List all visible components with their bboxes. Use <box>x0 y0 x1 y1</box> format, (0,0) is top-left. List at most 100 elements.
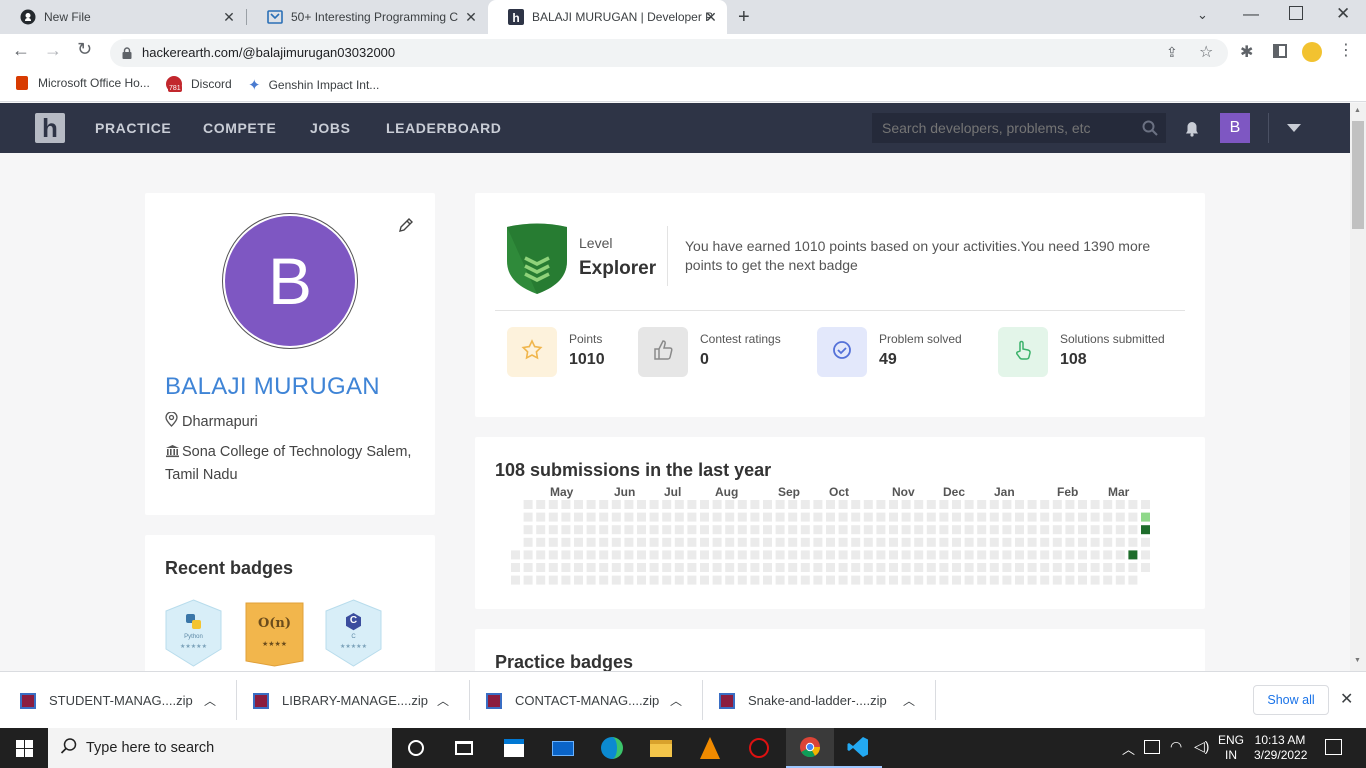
heatmap-cell[interactable] <box>599 537 609 547</box>
heatmap-cell[interactable] <box>788 575 798 585</box>
new-tab-button[interactable]: + <box>738 6 750 29</box>
edge-browser-icon[interactable] <box>588 728 636 768</box>
heatmap-cell[interactable] <box>851 550 861 560</box>
heatmap-cell[interactable] <box>826 500 835 509</box>
heatmap-cell[interactable] <box>989 500 999 509</box>
heatmap-cell[interactable] <box>737 563 747 572</box>
heatmap-cell[interactable] <box>700 563 709 572</box>
heatmap-cell[interactable] <box>548 537 558 547</box>
notification-bell-icon[interactable] <box>1185 121 1199 142</box>
heatmap-cell[interactable] <box>1103 512 1113 522</box>
heatmap-cell[interactable] <box>737 525 747 535</box>
heatmap-cell[interactable] <box>700 550 709 560</box>
heatmap-cell[interactable] <box>536 525 546 535</box>
heatmap-cell[interactable] <box>523 550 533 560</box>
heatmap-cell[interactable] <box>624 550 634 560</box>
heatmap-cell[interactable] <box>700 537 709 547</box>
heatmap-cell[interactable] <box>586 550 596 560</box>
heatmap-cell[interactable] <box>989 537 999 547</box>
heatmap-cell[interactable] <box>800 550 810 560</box>
heatmap-cell[interactable] <box>914 512 924 522</box>
heatmap-cell[interactable] <box>548 563 558 572</box>
heatmap-cell[interactable] <box>1002 537 1012 547</box>
heatmap-cell[interactable] <box>599 525 609 535</box>
heatmap-cell[interactable] <box>599 563 609 572</box>
close-tab-icon[interactable]: ✕ <box>703 9 719 26</box>
heatmap-cell[interactable] <box>1027 563 1037 572</box>
heatmap-cell[interactable] <box>813 550 823 560</box>
heatmap-cell[interactable] <box>775 525 785 535</box>
heatmap-cell[interactable] <box>750 537 760 547</box>
heatmap-cell[interactable] <box>1002 563 1012 572</box>
heatmap-cell[interactable] <box>574 575 583 585</box>
heatmap-cell[interactable] <box>1002 575 1012 585</box>
heatmap-cell[interactable] <box>788 525 798 535</box>
heatmap-cell[interactable] <box>826 550 835 560</box>
heatmap-cell[interactable] <box>1090 537 1100 547</box>
heatmap-cell[interactable] <box>926 550 936 560</box>
heatmap-cell[interactable] <box>952 525 961 535</box>
heatmap-cell[interactable] <box>548 550 558 560</box>
heatmap-cell[interactable] <box>725 525 735 535</box>
heatmap-cell[interactable] <box>725 550 735 560</box>
page-scrollbar[interactable]: ▲ ▼ <box>1350 103 1366 671</box>
heatmap-cell[interactable] <box>901 550 911 560</box>
heatmap-cell[interactable] <box>1065 512 1075 522</box>
download-chevron-icon[interactable]: ︿ <box>437 692 449 709</box>
heatmap-cell[interactable] <box>889 575 898 585</box>
heatmap-cell[interactable] <box>1052 500 1062 509</box>
heatmap-cell[interactable] <box>788 500 798 509</box>
heatmap-cell[interactable] <box>1090 525 1100 535</box>
heatmap-cell[interactable] <box>662 537 672 547</box>
heatmap-cell[interactable] <box>800 500 810 509</box>
heatmap-cell[interactable] <box>851 525 861 535</box>
heatmap-cell[interactable] <box>674 563 684 572</box>
heatmap-cell[interactable] <box>1052 525 1062 535</box>
side-panel-icon[interactable] <box>1273 44 1287 58</box>
heatmap-cell[interactable] <box>561 537 571 547</box>
reload-icon[interactable]: ↻ <box>77 39 92 60</box>
heatmap-cell[interactable] <box>536 563 546 572</box>
heatmap-cell[interactable] <box>889 563 898 572</box>
download-chevron-icon[interactable]: ︿ <box>903 692 915 709</box>
heatmap-cell[interactable] <box>876 512 886 522</box>
heatmap-cell[interactable] <box>624 525 634 535</box>
heatmap-cell[interactable] <box>826 525 835 535</box>
heatmap-cell[interactable] <box>763 550 772 560</box>
heatmap-cell[interactable] <box>1128 550 1138 560</box>
heatmap-cell[interactable] <box>813 575 823 585</box>
heatmap-cell[interactable] <box>901 500 911 509</box>
heatmap-cell[interactable] <box>939 512 949 522</box>
heatmap-cell[interactable] <box>914 525 924 535</box>
heatmap-cell[interactable] <box>1103 563 1113 572</box>
heatmap-cell[interactable] <box>977 550 987 560</box>
heatmap-cell[interactable] <box>964 563 974 572</box>
download-chevron-icon[interactable]: ︿ <box>670 692 682 709</box>
heatmap-cell[interactable] <box>1015 550 1024 560</box>
heatmap-cell[interactable] <box>775 512 785 522</box>
heatmap-cell[interactable] <box>687 500 697 509</box>
heatmap-cell[interactable] <box>637 563 646 572</box>
heatmap-cell[interactable] <box>674 500 684 509</box>
heatmap-cell[interactable] <box>876 500 886 509</box>
heatmap-cell[interactable] <box>964 525 974 535</box>
heatmap-cell[interactable] <box>1040 575 1050 585</box>
heatmap-cell[interactable] <box>813 537 823 547</box>
restore-button[interactable] <box>1289 6 1303 20</box>
share-icon[interactable]: ⇪ <box>1166 44 1178 61</box>
heatmap-cell[interactable] <box>737 550 747 560</box>
heatmap-cell[interactable] <box>712 563 722 572</box>
heatmap-cell[interactable] <box>1065 575 1075 585</box>
heatmap-cell[interactable] <box>914 563 924 572</box>
heatmap-cell[interactable] <box>1090 550 1100 560</box>
bookmark-discord[interactable]: 781 Discord <box>166 76 232 92</box>
heatmap-cell[interactable] <box>1115 500 1125 509</box>
heatmap-cell[interactable] <box>637 525 646 535</box>
heatmap-cell[interactable] <box>851 512 861 522</box>
caret-down-icon[interactable] <box>1287 124 1301 132</box>
heatmap-cell[interactable] <box>586 563 596 572</box>
close-tab-icon[interactable]: ✕ <box>463 9 479 26</box>
heatmap-cell[interactable] <box>511 550 520 560</box>
user-avatar-button[interactable]: B <box>1220 113 1250 143</box>
heatmap-cell[interactable] <box>574 537 583 547</box>
